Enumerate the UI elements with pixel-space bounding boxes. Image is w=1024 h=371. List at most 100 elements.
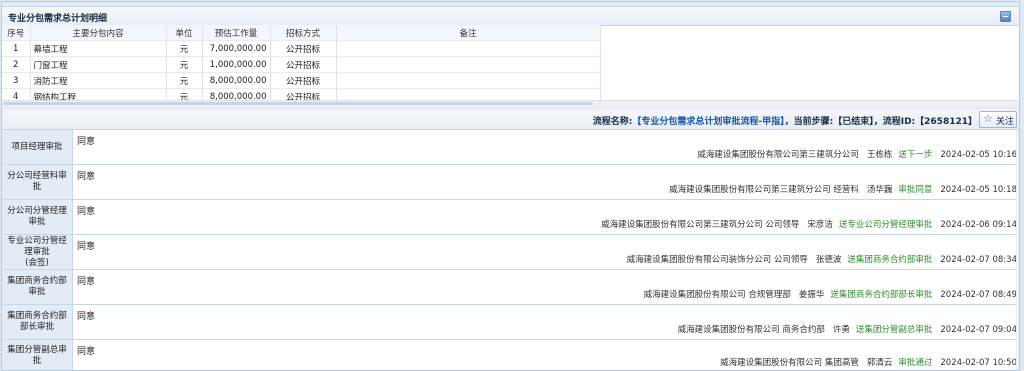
follow-button[interactable]: ☆ 关注 — [979, 111, 1017, 128]
cell-unit: 元 — [166, 40, 203, 57]
approval-signature: 威海建设集团股份有限公司装饰分公司 公司领导 张德波 送集团商务合约部审批 2024-… — [627, 253, 1017, 265]
approver-org: 威海建设集团股份有限公司装饰分公司 公司领导 — [626, 255, 808, 265]
approval-step-label: 分公司经营科审批 — [2, 165, 73, 199]
approval-signature: 威海建设集团股份有限公司 商务合约部 许勇 送集团分管副总审批 2024-02-07 … — [678, 323, 1017, 335]
approval-opinion: 同意 — [77, 137, 96, 147]
cell-content: 幕墙工程 — [30, 40, 167, 57]
collapse-icon[interactable] — [1000, 11, 1011, 22]
approver-name: 王栋栋 — [866, 150, 893, 160]
approval-time: 2024-02-06 09:14 — [940, 220, 1017, 230]
approval-time: 2024-02-07 10:50 — [940, 358, 1017, 368]
approval-step-label: 专业公司分管经理审批 (会签) — [2, 235, 73, 269]
approver-org: 威海建设集团股份有限公司第三建筑分公司 — [697, 150, 859, 160]
approval-row: 分公司经营科审批 同意威海建设集团股份有限公司第三建筑分公司 经营科 汤华巍 审批同意… — [2, 165, 1019, 200]
step-label-text: 项目经理审批 — [6, 142, 72, 153]
panel-title: 专业分包需求总计划明细 — [8, 14, 108, 24]
countersign-tag: (会签) — [25, 257, 49, 268]
approval-time: 2024-02-05 10:18 — [940, 185, 1017, 195]
approval-opinion: 同意 — [77, 172, 96, 182]
approver-org: 威海建设集团股份有限公司第三建筑分公司 经营科 — [669, 185, 859, 195]
cell-remark — [336, 56, 601, 73]
cell-content: 门窗工程 — [30, 56, 167, 73]
cell-index: 2 — [2, 56, 31, 73]
approval-time: 2024-02-07 09:04 — [940, 325, 1017, 335]
approver-name: 汤华巍 — [866, 185, 893, 195]
approval-opinion: 同意 — [77, 242, 96, 252]
approval-action: 审批通过 — [898, 358, 933, 368]
approval-time: 2024-02-07 08:34 — [940, 255, 1017, 265]
approver-name: 郭清云 — [866, 358, 893, 368]
table-row[interactable]: 3 消防工程元 8,000,000.00 公开招标 — [2, 72, 601, 89]
cell-bid-mode: 公开招标 — [270, 56, 337, 73]
cell-remark — [336, 72, 601, 89]
flow-name: 【专业分包需求总计划审批流程-甲指】 — [632, 117, 785, 127]
approval-action: 送专业公司分管经理审批 — [838, 220, 933, 230]
approval-signature: 威海建设集团股份有限公司 集团高管 郭清云 审批通过 2024-02-07 10:50 — [720, 356, 1017, 368]
table-row[interactable]: 2 门窗工程元 1,000,000.00 公开招标 — [2, 56, 601, 73]
step-name: 分公司分管经理审批 — [7, 206, 67, 227]
flow-step-label: ，当前步骤: — [784, 117, 834, 127]
approval-row: 专业公司分管经理审批 (会签) 同意威海建设集团股份有限公司装饰分公司 公司领导 张德… — [2, 235, 1019, 270]
plan-table: 序号 主要分包内容 单位 预估工作量 招标方式 备注 1 幕墙工程元 7,000,0… — [2, 25, 601, 105]
vertical-scrollbar[interactable] — [1016, 130, 1019, 370]
approval-action: 送下一步 — [898, 150, 933, 160]
approval-time: 2024-02-05 10:16 — [940, 150, 1017, 160]
flow-id: 【2658121】 — [915, 117, 977, 127]
approval-opinion: 同意 — [77, 207, 96, 217]
step-label-text: 集团分管副总审批 — [6, 345, 72, 367]
col-header-bid-mode: 招标方式 — [270, 25, 337, 41]
approval-step-label: 集团商务合约部部长审批 — [2, 305, 73, 339]
step-label-text: 集团商务合约部部长审批 — [6, 311, 72, 333]
approval-row: 项目经理审批 同意威海建设集团股份有限公司第三建筑分公司 王栋栋 送下一步 2024-0… — [2, 130, 1019, 165]
step-name: 项目经理审批 — [11, 141, 63, 152]
step-name: 专业公司分管经理审批 — [7, 235, 67, 257]
follow-label: 关注 — [996, 117, 1015, 127]
cell-index: 1 — [2, 40, 31, 57]
cell-bid-mode: 公开招标 — [270, 40, 337, 57]
approval-action: 送集团商务合约部审批 — [847, 255, 933, 265]
approval-time: 2024-02-07 08:49 — [940, 290, 1017, 300]
approver-org: 威海建设集团股份有限公司 集团高管 — [720, 358, 859, 368]
approver-name: 张德波 — [815, 255, 842, 265]
col-header-remark: 备注 — [336, 25, 601, 41]
cell-quantity: 8,000,000.00 — [202, 72, 271, 89]
cell-remark — [336, 40, 601, 57]
cell-unit: 元 — [166, 56, 203, 73]
cell-index: 3 — [2, 72, 31, 89]
approval-step-label: 集团分管副总审批 — [2, 340, 73, 370]
col-header-index: 序号 — [2, 25, 31, 41]
approval-action: 送集团商务合约部部长审批 — [830, 290, 933, 300]
approval-action: 审批同意 — [898, 185, 933, 195]
step-name: 集团商务合约部审批 — [7, 276, 67, 297]
approval-row: 集团商务合约部审批 同意 威海建设集团股份有限公司 合规管理部 姜振华 送集团商务合约部… — [2, 270, 1019, 305]
approver-name: 姜振华 — [798, 290, 825, 300]
flow-info-text: 流程名称:【专业分包需求总计划审批流程-甲指】，当前步骤:【已结束】，流程ID:… — [593, 114, 977, 127]
approval-step-label: 项目经理审批 — [2, 130, 73, 164]
flow-name-label: 流程名称: — [592, 117, 633, 127]
flow-step: 【已结束】 — [833, 117, 874, 127]
approver-name: 宋彦洁 — [807, 220, 833, 230]
cell-content: 消防工程 — [30, 72, 167, 89]
plan-table-header: 序号 主要分包内容 单位 预估工作量 招标方式 备注 — [2, 25, 601, 41]
scrollbar-thumb[interactable] — [3, 102, 593, 105]
step-name: 分公司经营科审批 — [7, 171, 67, 192]
flow-id-label: ，流程ID: — [873, 117, 916, 127]
approval-opinion: 同意 — [77, 312, 96, 322]
col-header-unit: 单位 — [166, 25, 203, 41]
approval-signature: 威海建设集团股份有限公司第三建筑分公司 王栋栋 送下一步 2024-02-05 10:… — [697, 148, 1017, 160]
step-label-text: 分公司经营科审批 — [6, 171, 72, 193]
step-label-text: 专业公司分管经理审批 (会签) — [6, 236, 72, 269]
panel-header: 专业分包需求总计划明细 — [2, 7, 1019, 26]
star-icon: ☆ — [983, 112, 993, 125]
cell-bid-mode: 公开招标 — [270, 72, 337, 89]
approval-page: 专业分包需求总计划明细 序号 主要分包内容 单位 预估工作量 招标方式 备注 1… — [1, 1, 1020, 371]
approval-opinion: 同意 — [77, 347, 96, 357]
approval-row: 分公司分管经理审批 同意 威海建设集团股份有限公司第三建筑分公司 公司领导 宋彦洁 送专… — [2, 200, 1019, 235]
approval-signature: 威海建设集团股份有限公司 合规管理部 姜振华 送集团商务合约部部长审批 2024-02… — [644, 288, 1017, 300]
approver-org: 威海建设集团股份有限公司 合规管理部 — [643, 290, 791, 300]
approver-name: 许勇 — [832, 325, 850, 335]
step-name: 集团商务合约部部长审批 — [7, 311, 67, 332]
step-name: 集团分管副总审批 — [7, 345, 67, 366]
table-row[interactable]: 1 幕墙工程元 7,000,000.00 公开招标 — [2, 40, 601, 57]
flow-info-bar: 流程名称:【专业分包需求总计划审批流程-甲指】，当前步骤:【已结束】，流程ID:… — [2, 110, 1019, 130]
